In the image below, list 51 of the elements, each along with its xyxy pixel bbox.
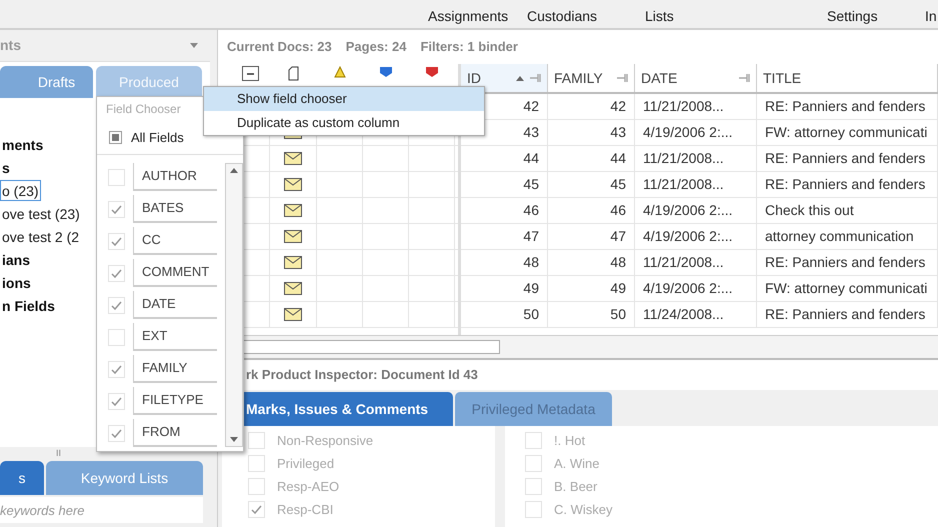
table-cell-text: 49 [610, 279, 626, 298]
table-cell-text: RE: Panniers and fenders [765, 149, 926, 168]
table-cell-text: 4/19/2006 2:... [643, 123, 733, 142]
summary-text: Pages: 24 [346, 38, 406, 56]
checkbox-label: B. Beer [554, 478, 598, 496]
inspector-title: rk Product Inspector: Document Id 43 [246, 366, 478, 384]
checkbox-label: C. Wiskey [554, 500, 612, 519]
table-cell-text: Check this out [765, 201, 854, 220]
table-cell-text: 45 [523, 175, 539, 194]
table-cell-text: 43 [610, 123, 626, 142]
table-cell-text: 48 [610, 253, 626, 272]
checkbox-label: Privileged [277, 454, 334, 473]
table-cell-text: FW: attorney communicati [765, 123, 928, 142]
table-cell-text: 11/24/2008... [643, 305, 724, 324]
table-cell-text: 44 [610, 149, 626, 168]
table-cell-text: 44 [523, 149, 539, 168]
table-cell-text: 45 [610, 175, 626, 194]
checkbox-label: Non-Responsive [277, 432, 374, 450]
checkbox-label: !. Hot [554, 432, 586, 450]
checkbox-label: Resp-AEO [277, 478, 340, 496]
panel-title: nts [0, 36, 21, 55]
table-cell-text: RE: Panniers and fenders [765, 97, 926, 116]
table-cell-text: 4/19/2006 2:... [643, 201, 733, 220]
table-cell-text: 46 [610, 201, 626, 220]
table-cell-text: 42 [523, 97, 539, 116]
table-cell-text: RE: Panniers and fenders [765, 175, 926, 194]
table-cell-text: RE: Panniers and fenders [765, 253, 926, 272]
panel-title: Field Chooser [105, 101, 182, 118]
table-cell-text: FW: attorney communicati [765, 279, 928, 298]
table-cell-text: 11/21/2008... [643, 97, 724, 116]
table-cell-text: 47 [610, 227, 626, 246]
table-cell-text: 43 [523, 123, 539, 142]
checkbox-label: All Fields [131, 128, 184, 147]
table-cell-text: 49 [523, 279, 539, 298]
table-cell-text: 4/19/2006 2:... [643, 227, 733, 246]
checkbox-label: A. Wine [554, 454, 600, 473]
checkbox-label: Resp-CBI [277, 500, 334, 519]
table-cell-text: RE: Panniers and fenders [765, 305, 926, 324]
summary-text: Current Docs: 23 [227, 38, 332, 56]
table-cell-text: attorney communication [765, 227, 914, 246]
table-cell-text: 4/19/2006 2:... [643, 279, 733, 298]
table-cell-text: 11/21/2008... [643, 253, 724, 272]
table-cell-text: 50 [523, 305, 539, 324]
table-cell-text: 48 [523, 253, 539, 272]
table-cell-text: 42 [610, 97, 626, 116]
table-cell-text: 46 [523, 201, 539, 220]
table-cell-text: 47 [523, 227, 539, 246]
table-cell-text: 11/21/2008... [643, 149, 724, 168]
table-cell-text: 50 [610, 305, 626, 324]
table-cell-text: 11/21/2008... [643, 175, 724, 194]
summary-text: Filters: 1 binder [420, 38, 518, 56]
